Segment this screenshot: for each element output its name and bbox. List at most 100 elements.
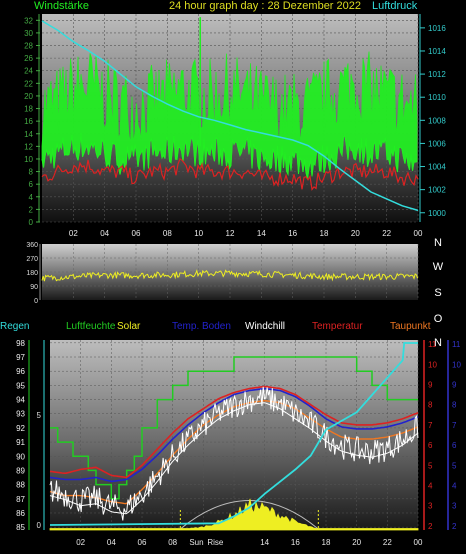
x-tick-label: 00 — [414, 229, 423, 238]
y-right-tick-label-red: 4 — [428, 482, 433, 491]
y-right-tick-label-blue: 9 — [452, 380, 457, 389]
y-left-tick-label: 96 — [16, 367, 25, 376]
wind-direction-panel: 090180270360 NWSON — [26, 237, 443, 349]
sunrise-label-sun: Sun — [189, 538, 203, 547]
y-left-tick-label: 91 — [16, 438, 25, 447]
y-left-tick-label: 95 — [16, 381, 25, 390]
y-left-tick-label: 89 — [16, 466, 25, 475]
legend-entry: Temperatur — [312, 321, 363, 332]
y-right-tick-label: 1002 — [428, 186, 446, 195]
y-left-tick-label: 30 — [24, 29, 33, 38]
x-tick-label: 18 — [320, 229, 329, 238]
x-tick-label: 16 — [288, 229, 297, 238]
y-left-tick-label: 85 — [16, 523, 25, 532]
y-right-tick-label-blue: 4 — [452, 482, 457, 491]
y-left-tick-label: 22 — [24, 79, 33, 88]
x-tick-label: 08 — [163, 229, 172, 238]
y-left-tick-label: 2 — [29, 205, 34, 214]
y-left-tick-label: 12 — [24, 142, 33, 151]
x-tick-label: 12 — [226, 229, 235, 238]
rain-tick-label: 0 — [37, 521, 42, 530]
x-tick-label: 06 — [132, 229, 141, 238]
direction-label: N — [434, 237, 442, 249]
y-left-tick-label: 24 — [24, 67, 33, 76]
x-tick-label: 14 — [257, 229, 266, 238]
y-tick-label: 180 — [26, 270, 38, 277]
rain-tick-label: 5 — [37, 411, 42, 420]
legend-entry: Taupunkt — [390, 321, 431, 332]
y-right-tick-label: 1012 — [428, 70, 446, 79]
y-left-tick-label: 86 — [16, 509, 25, 518]
y-left-tick-label: 92 — [16, 424, 25, 433]
title-label: 24 hour graph day : 28 Dezember 2022 — [169, 0, 361, 12]
y-left-tick-label: 32 — [24, 16, 33, 25]
x-tick-label: 02 — [76, 538, 85, 547]
legend-entry: Solar — [117, 321, 141, 332]
y-left-tick-label: 88 — [16, 481, 25, 490]
x-tick-label: 06 — [138, 538, 147, 547]
y-right-tick-label: 1000 — [428, 209, 446, 218]
direction-label: S — [434, 287, 441, 299]
left-axis-title: Windstärke — [34, 0, 89, 12]
legend-3: Regen Luftfeuchte Solar Temp. Boden Windchil… — [0, 321, 431, 332]
y-right-tick-label-red: 10 — [428, 360, 437, 369]
y-left-tick-label: 16 — [24, 117, 33, 126]
weather-charts: 0246810121416182022242628303210001002100… — [0, 0, 461, 547]
y-right-tick-label: 1014 — [428, 47, 446, 56]
y-left-tick-label: 0 — [29, 218, 34, 227]
y-right-tick-label-blue: 3 — [452, 502, 457, 511]
y-right-tick-label-red: 3 — [428, 502, 433, 511]
y-left-tick-label: 10 — [24, 155, 33, 164]
y-left-tick-label: 98 — [16, 339, 25, 348]
y-right-tick-label-red: 6 — [428, 441, 433, 450]
y-right-tick-label-blue: 10 — [452, 360, 461, 369]
x-tick-label: 20 — [352, 538, 361, 547]
x-tick-label: 00 — [414, 538, 423, 547]
y-right-tick-label-blue: 6 — [452, 441, 457, 450]
y-right-tick-label: 1016 — [428, 24, 446, 33]
y-right-tick-label-red: 9 — [428, 380, 433, 389]
y-left-tick-label: 87 — [16, 495, 25, 504]
x-tick-label: 14 — [260, 538, 269, 547]
y-left-tick-label: 8 — [29, 168, 34, 177]
x-tick-label: 10 — [194, 229, 203, 238]
y-right-tick-label: 1006 — [428, 139, 446, 148]
sunrise-label-rise: Rise — [207, 538, 224, 547]
y-right-tick-label-blue: 11 — [452, 340, 461, 349]
y-left-tick-label: 28 — [24, 42, 33, 51]
x-tick-label: 22 — [383, 538, 392, 547]
y-left-tick-label: 6 — [29, 180, 34, 189]
x-tick-label: 04 — [107, 538, 116, 547]
y-left-tick-label: 26 — [24, 54, 33, 63]
y-tick-label: 0 — [34, 298, 38, 305]
y-right-tick-label: 1010 — [428, 93, 446, 102]
temperature-humidity-panel: 8586878889909192939495969798052 23 34 45 56 6… — [0, 321, 461, 547]
y-left-tick-label: 20 — [24, 92, 33, 101]
y-right-tick-label-blue: 7 — [452, 421, 457, 430]
x-tick-label: 18 — [322, 538, 331, 547]
y-tick-label: 90 — [30, 284, 38, 291]
x-tick-label: 16 — [291, 538, 300, 547]
x-tick-label: 02 — [69, 229, 78, 238]
y-left-tick-label: 14 — [24, 130, 33, 139]
legend-entry: Regen — [0, 321, 29, 332]
y-right-tick-label-red: 7 — [428, 421, 433, 430]
y-right-tick-label-blue: 5 — [452, 461, 457, 470]
legend-entry: Windchill — [245, 321, 285, 332]
y-right-tick-label-blue: 8 — [452, 401, 457, 410]
x-tick-label: 04 — [100, 229, 109, 238]
y-right-tick-label: 1008 — [428, 116, 446, 125]
y-left-tick-label: 93 — [16, 410, 25, 419]
y-left-tick-label: 94 — [16, 396, 25, 405]
y-right-tick-label-red: 8 — [428, 401, 433, 410]
y-tick-label: 360 — [26, 242, 38, 249]
y-right-tick-label-red: 5 — [428, 461, 433, 470]
x-tick-label: 22 — [382, 229, 391, 238]
y-left-tick-label: 90 — [16, 452, 25, 461]
direction-label: W — [433, 261, 444, 273]
legend-entry: Temp. Boden — [172, 321, 231, 332]
y-right-tick-label-blue: 2 — [452, 522, 457, 531]
direction-label: O — [434, 313, 443, 325]
y-right-tick-label-red: 11 — [428, 340, 437, 349]
y-left-tick-label: 18 — [24, 105, 33, 114]
